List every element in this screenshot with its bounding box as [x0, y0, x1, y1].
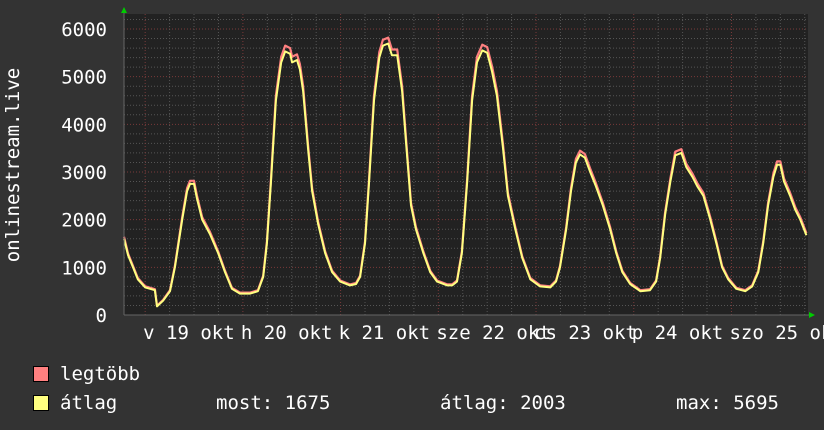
y-tick-label: 4000: [61, 114, 107, 136]
legend-now-value: most: 1675: [216, 392, 331, 414]
x-tick-label: szo 25 okt: [729, 322, 824, 344]
x-axis-arrow-icon: [809, 312, 815, 318]
x-tick-label: v 19 okt: [143, 322, 235, 344]
legend-max-value: max: 5695: [676, 392, 779, 414]
x-tick-label: p 24 okt: [632, 322, 724, 344]
legend-swatch-avg: [33, 395, 49, 411]
y-tick-label: 6000: [61, 19, 107, 41]
x-tick-label: k 21 okt: [339, 322, 431, 344]
y-tick-label: 1000: [61, 257, 107, 279]
chart-container: 0 1000 2000 3000 4000 5000 6000 v 19 okt h 20 ok…: [0, 0, 824, 430]
legend-average-value: átlag: 2003: [440, 392, 566, 414]
plot-area: [124, 14, 808, 315]
y-tick-label: 3000: [61, 162, 107, 184]
y-axis-label: onlinestream.live: [2, 68, 24, 262]
legend-avg-label: átlag: [60, 392, 118, 414]
y-tick-label: 2000: [61, 210, 107, 232]
x-tick-label: h 20 okt: [241, 322, 333, 344]
y-tick-label: 5000: [61, 67, 107, 89]
x-tick-label: cs 23 okt: [534, 322, 637, 344]
y-axis-arrow-icon: [121, 7, 127, 13]
legend-swatch-max: [33, 366, 49, 382]
y-tick-label: 0: [96, 305, 107, 327]
legend-max-label: legtöbb: [60, 363, 141, 385]
